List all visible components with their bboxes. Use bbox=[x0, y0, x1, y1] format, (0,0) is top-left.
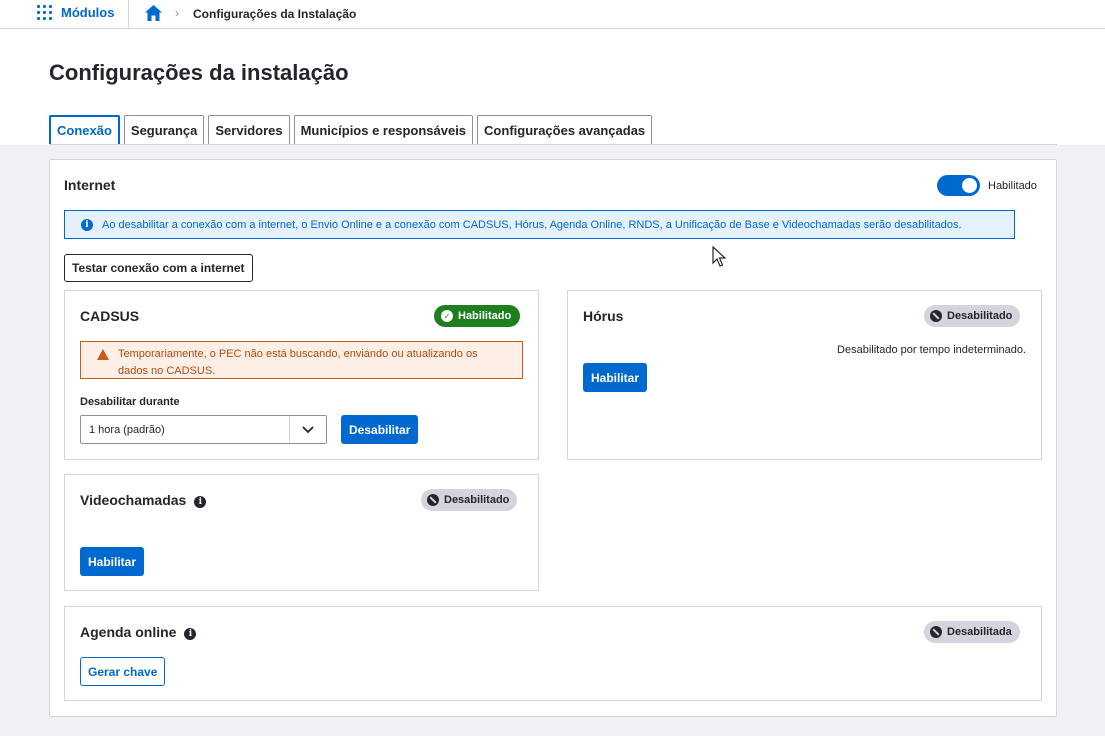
warning-icon bbox=[97, 349, 109, 360]
agenda-status-badge: Desabilitada bbox=[924, 621, 1020, 643]
tab-divider bbox=[49, 144, 1057, 145]
internet-toggle[interactable] bbox=[937, 175, 980, 196]
block-icon bbox=[930, 310, 942, 322]
horus-status-text: Desabilitado bbox=[947, 310, 1013, 322]
info-alert: i Ao desabilitar a conexão com a interne… bbox=[64, 210, 1015, 239]
toggle-label: Habilitado bbox=[988, 180, 1037, 192]
topbar-divider bbox=[128, 0, 129, 28]
internet-title: Internet bbox=[64, 177, 116, 193]
warning-text: Temporariamente, o PEC não está buscando… bbox=[118, 348, 478, 377]
page-title: Configurações da instalação bbox=[49, 60, 349, 85]
videochamadas-title-wrap: Videochamadas i bbox=[80, 492, 207, 508]
help-icon[interactable]: i bbox=[184, 628, 197, 640]
tab-conexao[interactable]: Conexão bbox=[49, 115, 120, 144]
info-icon: i bbox=[81, 218, 93, 231]
toggle-knob bbox=[962, 178, 977, 193]
videochamadas-title: Videochamadas bbox=[80, 492, 187, 508]
agenda-title: Agenda online bbox=[80, 624, 177, 640]
horus-description: Desabilitado por tempo indeterminado. bbox=[837, 344, 1026, 356]
agenda-card bbox=[64, 606, 1042, 701]
grid-icon bbox=[37, 5, 52, 20]
breadcrumb-current: Configurações da Instalação bbox=[193, 7, 357, 21]
home-icon[interactable] bbox=[144, 4, 163, 22]
test-connection-button[interactable]: Testar conexão com a internet bbox=[64, 254, 253, 282]
chevron-down-icon bbox=[289, 416, 326, 443]
agenda-status-text: Desabilitada bbox=[947, 626, 1012, 638]
disable-button[interactable]: Desabilitar bbox=[341, 415, 419, 444]
horus-status-badge: Desabilitado bbox=[924, 305, 1021, 327]
generate-key-button[interactable]: Gerar chave bbox=[80, 657, 166, 686]
tab-bar: Conexão Segurança Servidores Municípios … bbox=[49, 115, 653, 144]
select-value: 1 hora (padrão) bbox=[89, 424, 165, 436]
block-icon bbox=[930, 626, 942, 638]
cadsus-status-badge: ✓ Habilitado bbox=[434, 305, 521, 327]
horus-enable-button[interactable]: Habilitar bbox=[583, 363, 648, 392]
cadsus-warning: Temporariamente, o PEC não está buscando… bbox=[80, 341, 523, 379]
videochamadas-status-text: Desabilitado bbox=[444, 494, 510, 506]
tab-configuracoes-avancadas[interactable]: Configurações avançadas bbox=[477, 115, 653, 144]
agenda-title-wrap: Agenda online i bbox=[80, 624, 197, 640]
top-bar: Módulos › Configurações da Instalação bbox=[0, 0, 1105, 29]
videochamadas-status-badge: Desabilitado bbox=[421, 489, 518, 511]
help-icon[interactable]: i bbox=[194, 496, 207, 508]
modules-button[interactable]: Módulos bbox=[37, 5, 114, 20]
cadsus-title: CADSUS bbox=[80, 308, 140, 324]
tab-seguranca[interactable]: Segurança bbox=[123, 115, 205, 144]
tab-municipios[interactable]: Municípios e responsáveis bbox=[293, 115, 474, 144]
horus-title: Hórus bbox=[583, 308, 624, 324]
disable-duration-label: Desabilitar durante bbox=[80, 396, 180, 408]
tab-servidores[interactable]: Servidores bbox=[208, 115, 290, 144]
chevron-right-icon: › bbox=[175, 6, 179, 20]
check-icon: ✓ bbox=[441, 310, 453, 322]
modules-label: Módulos bbox=[61, 5, 115, 20]
mouse-cursor-icon bbox=[712, 246, 726, 267]
disable-duration-select[interactable]: 1 hora (padrão) bbox=[80, 415, 327, 444]
videochamadas-enable-button[interactable]: Habilitar bbox=[80, 547, 145, 576]
block-icon bbox=[427, 494, 439, 506]
info-text: Ao desabilitar a conexão com a internet,… bbox=[102, 218, 962, 231]
cadsus-status-text: Habilitado bbox=[458, 310, 512, 322]
